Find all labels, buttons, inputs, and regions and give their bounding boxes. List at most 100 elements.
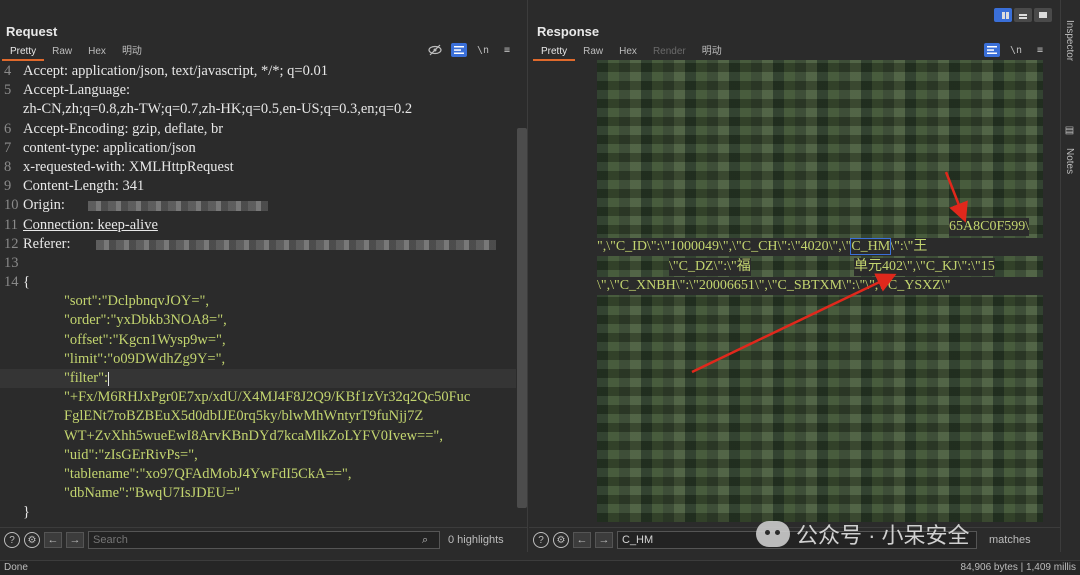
- status-bar: Done 84,906 bytes | 1,409 millis: [0, 560, 1080, 575]
- request-body-line: "+Fx/M6RHJxPgr0E7xp/xdU/X4MJ4F8J2Q9/KBf1…: [0, 388, 516, 407]
- line-number: 13: [4, 254, 19, 271]
- json-key: "tablename":: [64, 465, 140, 482]
- wrap-lines-button[interactable]: \n: [475, 43, 491, 57]
- response-tab-raw[interactable]: Raw: [575, 45, 611, 61]
- json-key: "order":: [64, 312, 111, 329]
- body-line-text: FglENt7roBZBEuX5d0dbIJE0rq5ky/blwMhWntyr…: [64, 407, 423, 426]
- next-match-arrow-icon[interactable]: →: [66, 532, 84, 548]
- request-toolbar: \n ≡: [427, 43, 515, 57]
- line-text: {: [23, 274, 30, 291]
- request-body-line: "dbName":"BwqU7IsJDEU=": [0, 484, 516, 503]
- request-body-line: "limit":"o09DWdhZg9Y=",: [0, 350, 516, 369]
- response-line-2-prefix: ",\"C_ID\":\"1000049\",\"C_CH\":\"4020\"…: [597, 239, 852, 254]
- json-value: "xo97QFAdMobJ4YwFdI5CkA==",: [139, 465, 352, 482]
- response-tab-extension[interactable]: 明动: [694, 45, 730, 61]
- line-number: 9: [4, 178, 12, 195]
- line-number: 8: [4, 158, 12, 175]
- response-tab-pretty[interactable]: Pretty: [533, 45, 576, 61]
- layout-side-by-side-icon[interactable]: [994, 8, 1012, 22]
- eye-off-icon[interactable]: [427, 43, 443, 57]
- response-line-2: ",\"C_ID\":\"1000049\",\"C_CH\":\"4020\"…: [597, 238, 1043, 256]
- request-body-line: "sort":"DclpbnqvJOY=",: [0, 292, 516, 311]
- request-body-line: "uid":"zIsGErRivPs=",: [0, 446, 516, 465]
- json-key: "offset":: [64, 331, 113, 348]
- line-text: Referer:: [23, 235, 71, 252]
- prev-match-arrow-icon[interactable]: ←: [44, 532, 62, 548]
- pretty-print-icon[interactable]: [984, 43, 1000, 57]
- response-matches-count: matches: [989, 534, 1031, 546]
- layout-tabs-icon[interactable]: [1034, 8, 1052, 22]
- inspector-tab[interactable]: Inspector: [1064, 20, 1075, 61]
- gear-icon[interactable]: ⚙: [24, 532, 40, 548]
- help-icon[interactable]: ?: [4, 532, 20, 548]
- request-body-line: WT+ZvXhh5wueEwI8ArvKBnDYd7kcaMlkZoLYFV0I…: [0, 427, 516, 446]
- body-line-text: "order":"yxDbkb3NOA8=",: [64, 311, 227, 330]
- response-line-4: 单元402\",\"C_KJ\":\"15: [854, 258, 995, 276]
- body-line-text: WT+ZvXhh5wueEwI8ArvKBnDYd7kcaMlkZoLYFV0I…: [64, 427, 443, 446]
- request-line: 4 Accept: application/json, text/javascri…: [0, 62, 516, 81]
- json-value: WT+ZvXhh5wueEwI8ArvKBnDYd7kcaMlkZoLYFV0I…: [64, 427, 443, 444]
- pretty-print-icon-svg: [454, 46, 464, 54]
- next-match-arrow-icon[interactable]: →: [595, 532, 613, 548]
- request-line: 7 content-type: application/json: [0, 139, 516, 158]
- line-text: Accept-Language:: [23, 82, 131, 99]
- response-tab-render[interactable]: Render: [645, 45, 694, 61]
- json-value: "BwqU7IsJDEU=": [129, 485, 241, 502]
- request-line: 12 Referer:: [0, 235, 516, 254]
- line-text: x-requested-with: XMLHttpRequest: [23, 158, 234, 175]
- request-line: 9 Content-Length: 341: [0, 177, 516, 196]
- response-line-2-suffix: \":\"王: [890, 239, 928, 254]
- request-tab-extension[interactable]: 明动: [114, 45, 150, 61]
- help-icon[interactable]: ?: [533, 532, 549, 548]
- menu-icon[interactable]: ≡: [1032, 43, 1048, 57]
- closing-brace: }: [23, 504, 30, 520]
- request-tab-raw[interactable]: Raw: [44, 45, 80, 61]
- line-number: 7: [4, 139, 12, 156]
- line-number: 10: [4, 197, 19, 214]
- redacted-value: [88, 201, 268, 212]
- prev-match-arrow-icon[interactable]: ←: [573, 532, 591, 548]
- json-value: "DclpbnqvJOY=",: [101, 293, 210, 310]
- notes-icon[interactable]: ▤: [1064, 125, 1075, 136]
- wrap-lines-button[interactable]: \n: [1008, 43, 1024, 57]
- json-key: "uid":: [64, 446, 99, 463]
- line-text: Accept-Encoding: gzip, deflate, br: [23, 120, 224, 137]
- status-left: Done: [4, 562, 28, 573]
- line-number: 14: [4, 274, 19, 291]
- line-number: 11: [4, 216, 18, 233]
- notes-tab[interactable]: Notes: [1064, 148, 1075, 174]
- pretty-print-icon-svg: [987, 46, 997, 54]
- response-line-1: 65A8C0F599\: [949, 218, 1030, 236]
- request-line: 6 Accept-Encoding: gzip, deflate, br: [0, 120, 516, 139]
- json-value: "yxDbkb3NOA8=",: [110, 312, 227, 329]
- response-toolbar: \n ≡: [984, 43, 1048, 57]
- response-title: Response: [537, 24, 600, 39]
- request-body-line: "filter":: [0, 369, 516, 389]
- watermark: 公众号 · 小呆安全: [756, 518, 970, 550]
- watermark-text: 公众号 · 小呆安全: [796, 523, 970, 548]
- line-text: content-type: application/json: [23, 139, 196, 156]
- pretty-print-icon[interactable]: [451, 43, 467, 57]
- request-editor[interactable]: 4 Accept: application/json, text/javascri…: [0, 62, 516, 520]
- body-line-text: "sort":"DclpbnqvJOY=",: [64, 292, 209, 311]
- request-search-input[interactable]: [88, 531, 440, 549]
- gear-icon[interactable]: ⚙: [553, 532, 569, 548]
- request-highlights-count: 0 highlights: [448, 534, 504, 546]
- wechat-logo-icon: [756, 521, 790, 547]
- request-line: 10 Origin:: [0, 196, 516, 215]
- request-tab-pretty[interactable]: Pretty: [2, 45, 45, 61]
- body-line-text: "uid":"zIsGErRivPs=",: [64, 446, 198, 465]
- request-line: 13: [0, 254, 516, 273]
- menu-icon[interactable]: ≡: [499, 43, 515, 57]
- request-search-bar: ? ⚙ ← → ⌕ 0 highlights: [0, 527, 527, 552]
- eye-off-icon-svg: [428, 44, 442, 56]
- response-tab-hex[interactable]: Hex: [611, 45, 645, 61]
- search-icon: ⌕: [422, 533, 429, 546]
- request-line: 14{: [0, 273, 516, 292]
- body-line-text: "dbName":"BwqU7IsJDEU=": [64, 484, 240, 503]
- request-scrollbar[interactable]: [517, 128, 527, 508]
- layout-stacked-icon[interactable]: [1014, 8, 1032, 22]
- line-text: Accept: application/json, text/javascrip…: [23, 63, 328, 79]
- request-tab-hex[interactable]: Hex: [80, 45, 114, 61]
- request-body-line: FglENt7roBZBEuX5d0dbIJE0rq5ky/blwMhWntyr…: [0, 407, 516, 426]
